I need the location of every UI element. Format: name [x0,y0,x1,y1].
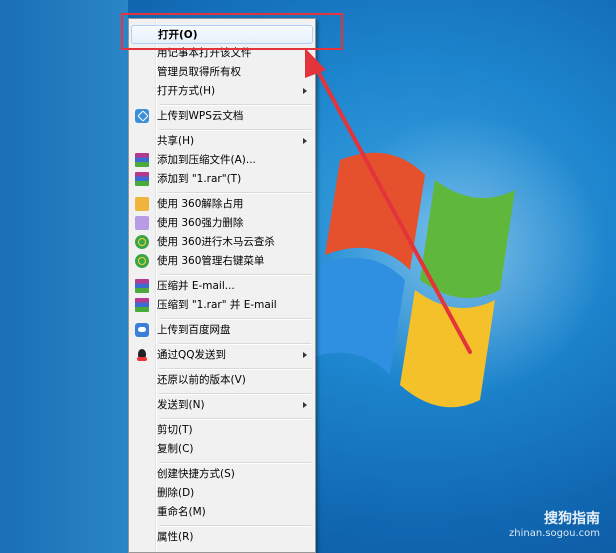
context-menu: 打开(O) 用记事本打开该文件 管理员取得所有权 打开方式(H) 上传到WPS云… [128,18,316,553]
menu-item-properties[interactable]: 属性(R) [131,528,313,547]
menu-item-compress-1rar-email[interactable]: 压缩到 "1.rar" 并 E-mail [131,296,313,315]
menu-separator [159,368,311,370]
360-unlock-icon [135,197,149,211]
menu-item-label: 删除(D) [157,487,195,499]
menu-item-label: 上传到百度网盘 [157,324,231,336]
highlight-box [121,13,343,50]
menu-item-label: 属性(R) [157,531,194,543]
menu-item-label: 管理员取得所有权 [157,66,241,78]
menu-separator [159,393,311,395]
menu-separator [159,318,311,320]
menu-item-360-shred[interactable]: 使用 360强力删除 [131,214,313,233]
menu-separator [159,104,311,106]
menu-item-delete[interactable]: 删除(D) [131,484,313,503]
menu-item-upload-wps[interactable]: 上传到WPS云文档 [131,107,313,126]
menu-item-label: 创建快捷方式(S) [157,468,235,480]
qq-icon [135,348,149,362]
menu-item-label: 添加到 "1.rar"(T) [157,173,242,185]
winrar-icon [135,298,149,312]
menu-item-label: 压缩到 "1.rar" 并 E-mail [157,299,277,311]
winrar-icon [135,153,149,167]
menu-item-restore-versions[interactable]: 还原以前的版本(V) [131,371,313,390]
menu-item-compress-email[interactable]: 压缩并 E-mail... [131,277,313,296]
menu-item-send-to[interactable]: 发送到(N) [131,396,313,415]
menu-item-rename[interactable]: 重命名(M) [131,503,313,522]
wps-cloud-icon [135,109,149,123]
menu-item-label: 使用 360解除占用 [157,198,244,210]
menu-item-upload-baidu[interactable]: 上传到百度网盘 [131,321,313,340]
submenu-arrow-icon [303,88,307,94]
submenu-arrow-icon [303,352,307,358]
menu-item-create-shortcut[interactable]: 创建快捷方式(S) [131,465,313,484]
menu-item-add-to-archive[interactable]: 添加到压缩文件(A)... [131,151,313,170]
menu-item-label: 使用 360强力删除 [157,217,244,229]
menu-item-send-qq[interactable]: 通过QQ发送到 [131,346,313,365]
desktop-left-area [0,0,128,553]
menu-item-label: 剪切(T) [157,424,193,436]
menu-separator [159,418,311,420]
menu-item-share[interactable]: 共享(H) [131,132,313,151]
menu-item-label: 压缩并 E-mail... [157,280,235,292]
menu-item-360-unlock[interactable]: 使用 360解除占用 [131,195,313,214]
menu-separator [159,129,311,131]
menu-item-label: 复制(C) [157,443,194,455]
menu-item-label: 添加到压缩文件(A)... [157,154,256,166]
menu-item-open-with[interactable]: 打开方式(H) [131,82,313,101]
menu-separator [159,192,311,194]
baidu-netdisk-icon [135,323,149,337]
windows-logo-icon [305,152,515,408]
menu-item-label: 共享(H) [157,135,195,147]
menu-separator [159,462,311,464]
menu-separator [159,343,311,345]
360-scan-icon [135,235,149,249]
menu-item-cut[interactable]: 剪切(T) [131,421,313,440]
menu-item-copy[interactable]: 复制(C) [131,440,313,459]
watermark-site: zhinan.sogou.com [508,528,600,539]
menu-item-label: 打开方式(H) [157,85,216,97]
360-manage-icon [135,254,149,268]
menu-item-label: 重命名(M) [157,506,206,518]
watermark-brand: 搜狗指南 [544,511,600,527]
watermark: 搜狗指南 zhinan.sogou.com [509,508,600,539]
menu-item-take-ownership[interactable]: 管理员取得所有权 [131,63,313,82]
submenu-arrow-icon [303,138,307,144]
menu-item-label: 使用 360进行木马云查杀 [157,236,275,248]
menu-item-label: 还原以前的版本(V) [157,374,246,386]
menu-item-add-to-1rar[interactable]: 添加到 "1.rar"(T) [131,170,313,189]
menu-separator [159,525,311,527]
menu-item-label: 使用 360管理右键菜单 [157,255,265,267]
menu-item-label: 发送到(N) [157,399,205,411]
menu-item-360-scan[interactable]: 使用 360进行木马云查杀 [131,233,313,252]
360-shred-icon [135,216,149,230]
winrar-icon [135,172,149,186]
menu-item-label: 上传到WPS云文档 [157,110,244,122]
menu-item-label: 通过QQ发送到 [157,349,227,361]
submenu-arrow-icon [303,402,307,408]
menu-item-360-manage[interactable]: 使用 360管理右键菜单 [131,252,313,271]
winrar-icon [135,279,149,293]
menu-separator [159,274,311,276]
